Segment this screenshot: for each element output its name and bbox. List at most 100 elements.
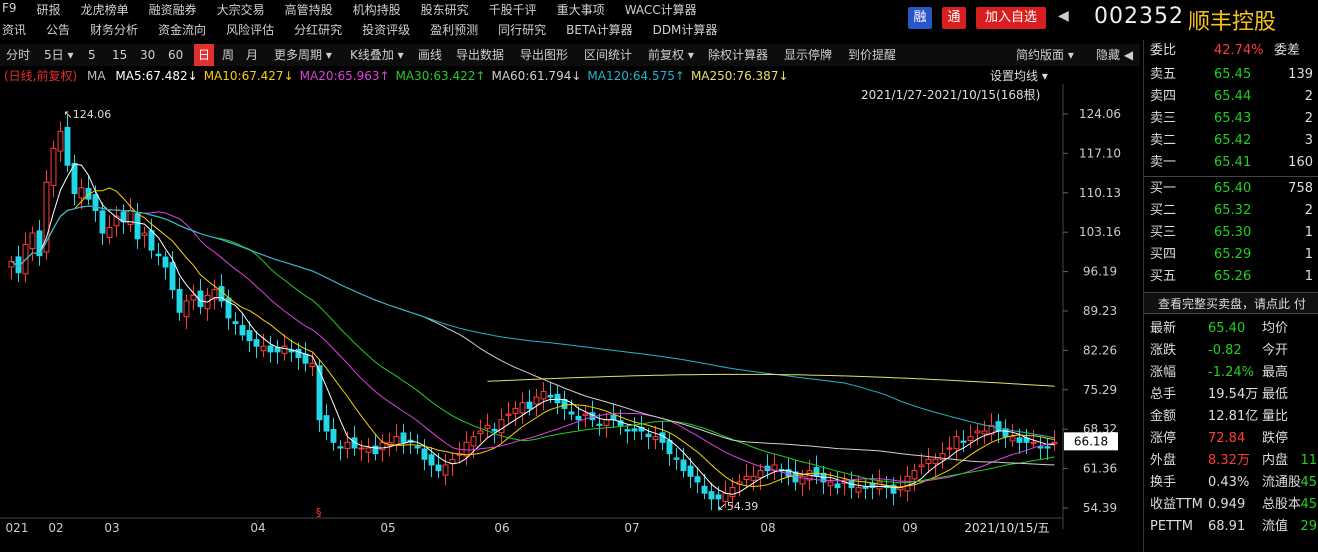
add-watchlist-button[interactable]: 加入自选 bbox=[976, 7, 1046, 29]
ma30-line bbox=[11, 205, 1055, 484]
nav-item[interactable]: 风险评估 bbox=[226, 21, 274, 39]
toolbar-item[interactable]: 隐藏 ◀ bbox=[1096, 44, 1133, 66]
y-tick-label: 61.36 bbox=[1083, 462, 1117, 476]
toolbar-item[interactable]: 导出图形 bbox=[520, 44, 568, 66]
candle-body bbox=[547, 394, 554, 398]
toolbar-item[interactable]: 区间统计 bbox=[584, 44, 632, 66]
nav-item[interactable]: 重大事项 bbox=[557, 1, 605, 19]
sell-price: 65.45 bbox=[1214, 67, 1252, 82]
y-tick-label: 103.16 bbox=[1079, 225, 1121, 239]
nav-item[interactable]: F9 bbox=[2, 1, 17, 19]
ma120-line bbox=[11, 205, 1055, 439]
nav-item[interactable]: 高管持股 bbox=[285, 1, 333, 19]
toolbar-item[interactable]: K线叠加 ▾ bbox=[350, 44, 404, 66]
nav-row-1: F9 研报 龙虎榜单 融资融券 大宗交易 高管持股 机构持股 股东研究 千股千评 重大事项 WACC… bbox=[2, 1, 717, 19]
collapse-arrow-icon[interactable]: ◀ bbox=[1058, 8, 1069, 24]
toolbar-item[interactable]: 15 bbox=[112, 44, 127, 66]
buy-label: 买二 bbox=[1150, 203, 1177, 218]
nav-item[interactable]: WACC计算器 bbox=[625, 1, 697, 19]
candle-body bbox=[92, 194, 99, 211]
candle-body bbox=[967, 436, 974, 441]
nav-item[interactable]: 大宗交易 bbox=[217, 1, 265, 19]
quote-label: 涨跌 bbox=[1150, 343, 1177, 358]
sell-row: 卖二 65.42 3 bbox=[1144, 130, 1318, 152]
candle-body bbox=[134, 213, 141, 240]
candle-body bbox=[610, 414, 617, 421]
tong-button[interactable]: 通 bbox=[942, 7, 966, 29]
toolbar-item[interactable]: 导出数据 bbox=[456, 44, 504, 66]
candle-body bbox=[1016, 437, 1023, 443]
nav-item[interactable]: 投资评级 bbox=[362, 21, 410, 39]
kline-chart[interactable]: 124.06 117.10 110.13 103.16 96.19 89.23 82.26 7… bbox=[0, 84, 1143, 538]
nav-item[interactable]: 机构持股 bbox=[353, 1, 401, 19]
nav-item[interactable]: BETA计算器 bbox=[566, 21, 632, 39]
nav-item[interactable]: 资金流向 bbox=[158, 21, 206, 39]
ma-value: MA250:76.387↓ bbox=[690, 69, 789, 83]
toolbar-item[interactable]: 5 bbox=[88, 44, 96, 66]
candle-body bbox=[911, 470, 918, 480]
quote-value-2: 29 bbox=[1300, 519, 1317, 534]
toolbar-item[interactable]: 画线 bbox=[418, 44, 442, 66]
candle-body bbox=[666, 439, 673, 455]
toolbar-item[interactable]: 到价提醒 bbox=[848, 44, 896, 66]
candle-body bbox=[876, 481, 883, 490]
candle-body bbox=[358, 447, 365, 450]
ma250-line bbox=[487, 373, 1055, 387]
candle-body bbox=[435, 464, 442, 472]
toolbar-item[interactable]: 5日 ▾ bbox=[44, 44, 73, 66]
candle-body bbox=[862, 486, 869, 489]
toolbar-item[interactable]: 分时 bbox=[6, 44, 30, 66]
quote-value: 72.84 bbox=[1208, 431, 1246, 446]
nav-item[interactable]: 财务分析 bbox=[90, 21, 138, 39]
toolbar-item[interactable]: 60 bbox=[168, 44, 183, 66]
candle-body bbox=[673, 457, 680, 460]
toolbar-item[interactable]: 前复权 ▾ bbox=[648, 44, 694, 66]
toolbar-item[interactable]: 显示停牌 bbox=[784, 44, 832, 66]
nav-item[interactable]: 千股千评 bbox=[489, 1, 537, 19]
candle-body bbox=[743, 475, 750, 480]
candle-body bbox=[757, 470, 764, 479]
buy-label: 买三 bbox=[1150, 225, 1177, 240]
candle-body bbox=[36, 230, 43, 257]
nav-item[interactable]: 同行研究 bbox=[498, 21, 546, 39]
toolbar-item[interactable]: 日 bbox=[194, 44, 215, 66]
candle-body bbox=[526, 401, 533, 409]
nav-item[interactable]: 分红研究 bbox=[294, 21, 342, 39]
buy-row: 买一 65.40 758 bbox=[1144, 178, 1318, 200]
buy-row: 买四 65.29 1 bbox=[1144, 244, 1318, 266]
candle-body bbox=[561, 399, 568, 409]
ma-settings-dropdown[interactable]: 设置均线 ▾ bbox=[990, 67, 1048, 84]
quote-label: 总手 bbox=[1150, 387, 1177, 402]
rong-button[interactable]: 融 bbox=[908, 7, 932, 29]
quote-panel: 委比 42.74% 委差 卖五 65.45 139 卖四 65.44 2 卖三 65.43 2 卖二 65… bbox=[1143, 40, 1318, 552]
quote-label: 收益TTM bbox=[1150, 497, 1203, 512]
nav-item[interactable]: 公告 bbox=[46, 21, 70, 39]
buy-price: 65.32 bbox=[1214, 203, 1252, 218]
weibi-value: 42.74% bbox=[1214, 43, 1264, 58]
toolbar-item[interactable]: 除权计算器 bbox=[708, 44, 768, 66]
quote-value: 12.81亿 bbox=[1208, 409, 1259, 424]
buy-price: 65.29 bbox=[1214, 247, 1252, 262]
toolbar-item[interactable]: 更多周期 ▾ bbox=[274, 44, 332, 66]
nav-item[interactable]: 龙虎榜单 bbox=[81, 1, 129, 19]
nav-item[interactable]: 融资融券 bbox=[149, 1, 197, 19]
toolbar-item[interactable]: 周 bbox=[222, 44, 234, 66]
toolbar-item[interactable]: 简约版面 ▾ bbox=[1016, 44, 1074, 66]
candle-body bbox=[323, 415, 330, 432]
low-label: ↙54.39 bbox=[718, 500, 759, 513]
x-axis-label: 08 bbox=[760, 521, 775, 535]
nav-item[interactable]: DDM计算器 bbox=[653, 21, 718, 39]
candle-body bbox=[729, 487, 736, 498]
toolbar-item[interactable]: 30 bbox=[140, 44, 155, 66]
toolbar-item[interactable]: 月 bbox=[246, 44, 258, 66]
nav-item[interactable]: 股东研究 bbox=[421, 1, 469, 19]
ma-value: MA30:63.422↑ bbox=[395, 69, 486, 83]
candle-body bbox=[470, 436, 477, 447]
nav-item[interactable]: 盈利预测 bbox=[430, 21, 478, 39]
nav-item[interactable]: 研报 bbox=[37, 1, 61, 19]
quote-label-2: 最高 bbox=[1262, 365, 1289, 380]
candle-body bbox=[750, 475, 757, 481]
full-order-book-link[interactable]: 查看完整买卖盘，请点此 付 bbox=[1144, 292, 1318, 314]
nav-item[interactable]: 资讯 bbox=[2, 21, 26, 39]
candle-body bbox=[477, 430, 484, 434]
